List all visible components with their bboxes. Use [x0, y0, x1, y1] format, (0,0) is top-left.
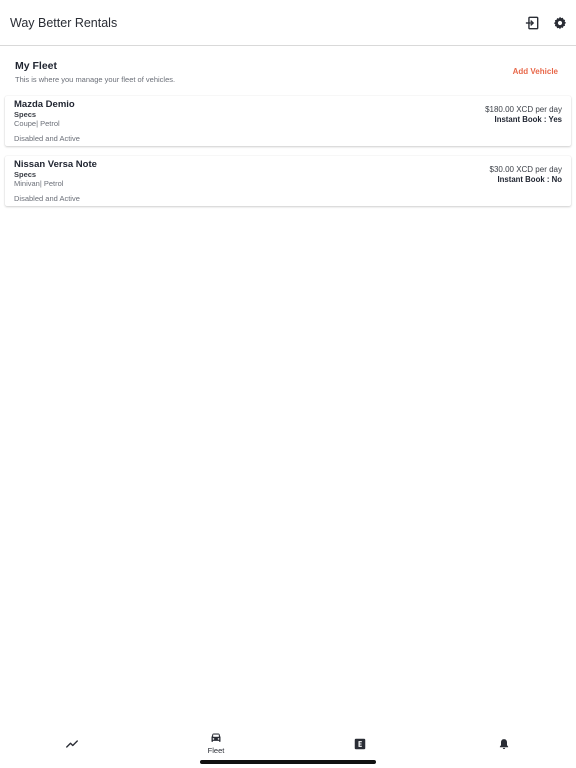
vehicle-card[interactable]: Nissan Versa Note Specs Minivan| Petrol …: [5, 156, 571, 206]
car-icon: [211, 733, 221, 742]
vehicle-instant-book: Instant Book : Yes: [494, 115, 562, 124]
bell-icon: [499, 739, 509, 750]
page-subtitle: This is where you manage your fleet of v…: [15, 75, 176, 84]
fleet-heading-group: My Fleet This is where you manage your f…: [15, 60, 175, 84]
vehicle-price: $30.00 XCD per day: [489, 165, 563, 174]
vehicle-status: Disabled and Active: [14, 194, 80, 203]
vehicle-instant-book: Instant Book : No: [497, 175, 562, 184]
fleet-header: My Fleet This is where you manage your f…: [15, 60, 561, 84]
vehicle-card[interactable]: Mazda Demio Specs Coupe| Petrol Disabled…: [5, 96, 571, 146]
vehicle-name: Mazda Demio: [14, 99, 75, 110]
vehicle-name: Nissan Versa Note: [14, 159, 97, 170]
top-actions: [524, 15, 568, 31]
logout-icon[interactable]: [524, 15, 540, 31]
nav-fleet-label: Fleet: [207, 746, 225, 755]
gear-icon[interactable]: [552, 15, 568, 31]
nav-notifications[interactable]: [484, 738, 524, 764]
vehicle-price: $180.00 XCD per day: [485, 105, 562, 114]
e-square-icon: [354, 738, 366, 750]
page-title: My Fleet: [15, 60, 58, 72]
top-app-bar: Way Better Rentals: [0, 0, 576, 46]
nav-trends[interactable]: [52, 738, 92, 764]
vehicle-specs: Coupe| Petrol: [14, 119, 60, 128]
add-vehicle-button[interactable]: Add Vehicle: [513, 67, 558, 76]
app-root: Way Better Rentals My Fleet This is wher…: [0, 0, 576, 768]
vehicle-specs-label: Specs: [14, 110, 37, 119]
vehicle-specs-label: Specs: [14, 170, 37, 179]
bottom-navigation: Fleet: [0, 724, 576, 768]
trend-icon: [66, 740, 78, 748]
nav-fleet[interactable]: Fleet: [196, 732, 236, 758]
app-title: Way Better Rentals: [10, 15, 118, 30]
home-indicator: [200, 760, 376, 764]
vehicle-status: Disabled and Active: [14, 134, 80, 143]
vehicle-specs: Minivan| Petrol: [14, 179, 64, 188]
